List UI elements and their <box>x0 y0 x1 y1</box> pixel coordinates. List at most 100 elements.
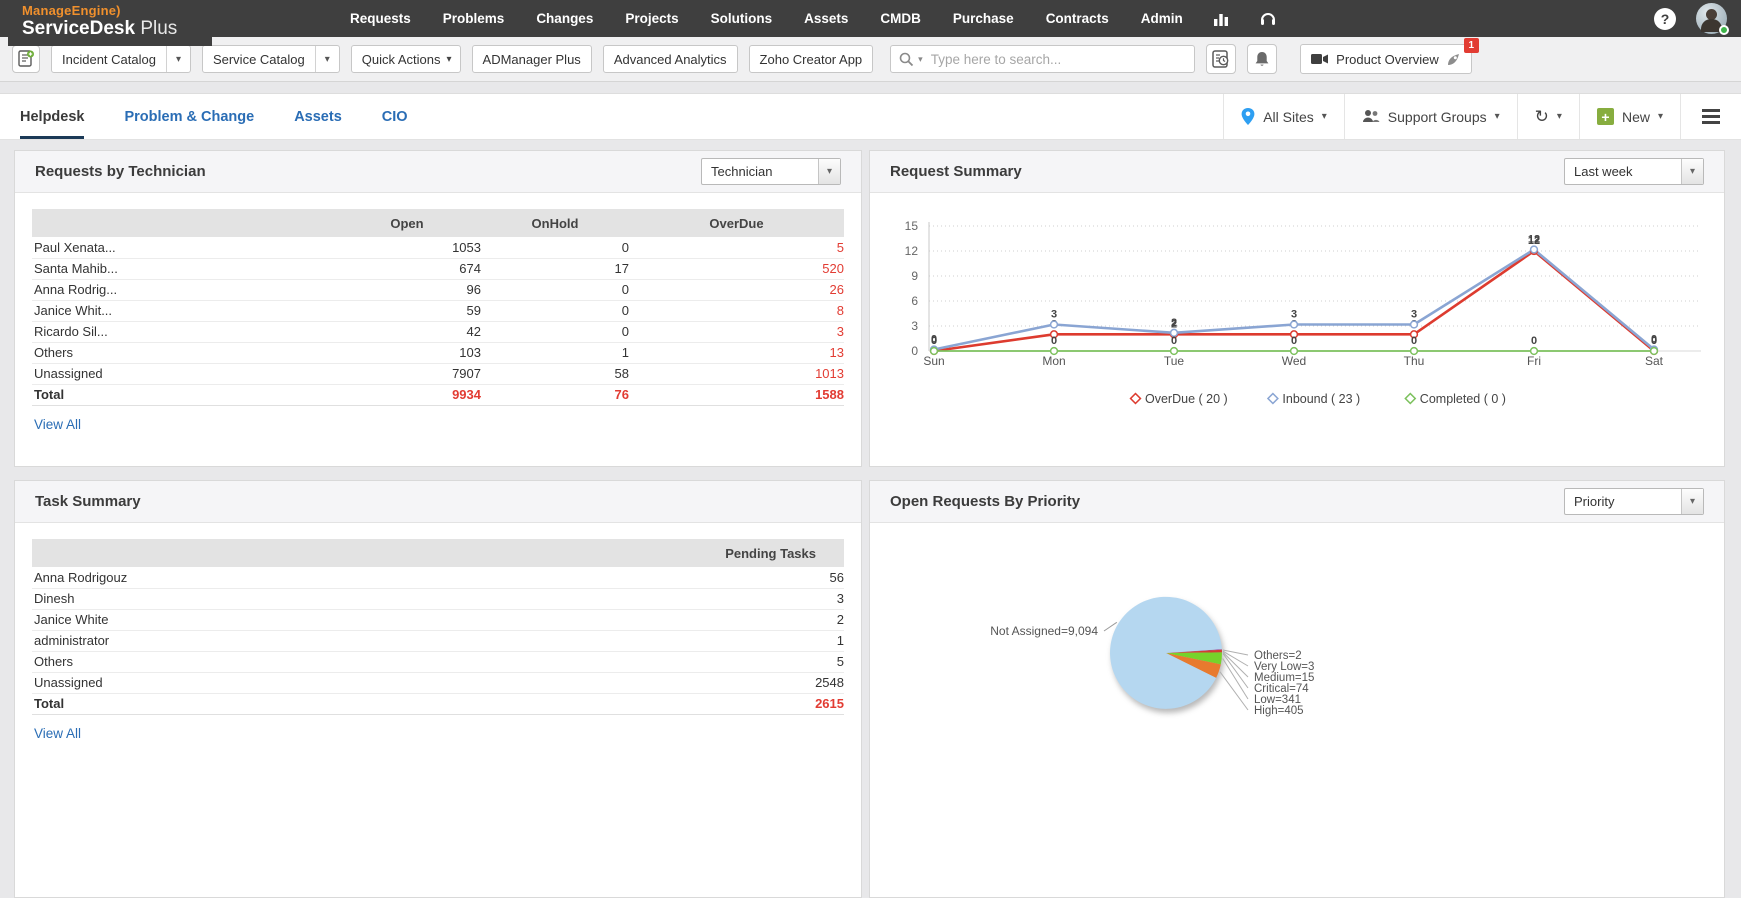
technician-filter-select[interactable]: Technician ▾ <box>701 158 841 185</box>
col-pending-tasks: Pending Tasks <box>629 539 844 567</box>
nav-assets[interactable]: Assets <box>788 0 864 37</box>
svg-text:Mon: Mon <box>1042 354 1065 368</box>
open-requests-by-priority-panel: Open Requests By Priority Priority ▾ Not… <box>869 480 1725 898</box>
service-catalog-dropdown[interactable]: Service Catalog ▾ <box>202 45 340 73</box>
panel-title: Requests by Technician <box>35 163 206 180</box>
app-logo: ManageEngine) ServiceDesk Plus <box>8 0 212 46</box>
nav-requests[interactable]: Requests <box>334 0 427 37</box>
table-row: Anna Rodrig...96026 <box>32 279 844 300</box>
table-row: Others103113 <box>32 342 844 363</box>
svg-text:3: 3 <box>1291 309 1297 321</box>
tab-cio[interactable]: CIO <box>382 94 408 139</box>
chevron-down-icon[interactable]: ▾ <box>315 46 339 72</box>
product-overview-button[interactable]: Product Overview 1 <box>1300 44 1472 74</box>
col-overdue: OverDue <box>629 209 844 237</box>
location-pin-icon <box>1241 108 1255 126</box>
svg-text:0: 0 <box>911 344 918 358</box>
request-summary-panel: Request Summary Last week ▾ 036912150222… <box>869 150 1725 467</box>
table-row: Janice Whit...5908 <box>32 300 844 321</box>
panel-title: Open Requests By Priority <box>890 493 1080 510</box>
priority-filter-select[interactable]: Priority ▾ <box>1564 488 1704 515</box>
svg-text:6: 6 <box>911 294 918 308</box>
chevron-down-icon: ▾ <box>1658 111 1663 122</box>
all-sites-dropdown[interactable]: All Sites ▾ <box>1223 94 1344 139</box>
svg-text:0: 0 <box>1651 335 1657 347</box>
main-nav: Requests Problems Changes Projects Solut… <box>334 0 1291 37</box>
search-scope-caret-icon[interactable]: ▾ <box>918 54 923 65</box>
chevron-down-icon: ▾ <box>1322 111 1327 122</box>
tab-helpdesk[interactable]: Helpdesk <box>20 94 84 139</box>
svg-text:0: 0 <box>1171 335 1177 347</box>
nav-solutions[interactable]: Solutions <box>695 0 789 37</box>
search-icon <box>899 52 914 67</box>
nav-changes[interactable]: Changes <box>520 0 609 37</box>
table-row: Paul Xenata...105305 <box>32 237 844 258</box>
chevron-down-icon[interactable]: ▾ <box>166 46 190 72</box>
priority-pie-chart: Not Assigned=9,094Others=2Very Low=3Medi… <box>870 523 1724 898</box>
svg-text:Wed: Wed <box>1282 354 1306 368</box>
user-avatar[interactable] <box>1696 3 1727 34</box>
help-icon[interactable]: ? <box>1654 8 1676 30</box>
period-filter-select[interactable]: Last week ▾ <box>1564 158 1704 185</box>
chevron-down-icon: ▾ <box>1495 111 1500 122</box>
nav-problems[interactable]: Problems <box>427 0 521 37</box>
search-placeholder: Type here to search... <box>931 52 1062 67</box>
notification-badge: 1 <box>1464 38 1479 53</box>
svg-text:0: 0 <box>1291 335 1297 347</box>
chevron-down-icon: ▾ <box>1681 159 1703 184</box>
refresh-icon: ↻ <box>1535 107 1549 127</box>
request-summary-line-chart: 0369121502222120032331200000000SunMonTue… <box>870 193 1725 433</box>
svg-text:0: 0 <box>1051 335 1057 347</box>
requests-by-technician-panel: Requests by Technician Technician ▾ Open… <box>14 150 862 467</box>
nav-contracts[interactable]: Contracts <box>1030 0 1125 37</box>
chevron-down-icon: ▾ <box>1557 111 1562 122</box>
view-all-link[interactable]: View All <box>34 417 81 432</box>
global-search-input[interactable]: ▾ Type here to search... <box>890 45 1195 73</box>
table-row: Ricardo Sil...4203 <box>32 321 844 342</box>
nav-purchase[interactable]: Purchase <box>937 0 1030 37</box>
table-row: Dinesh3 <box>32 588 844 609</box>
nav-admin[interactable]: Admin <box>1125 0 1199 37</box>
table-total-row: Total9934761588 <box>32 384 844 405</box>
svg-text:OverDue ( 20 ): OverDue ( 20 ) <box>1145 392 1228 406</box>
headset-icon[interactable] <box>1245 0 1291 37</box>
chevron-down-icon: ▾ <box>447 54 452 65</box>
refresh-dropdown[interactable]: ↻ ▾ <box>1517 94 1579 139</box>
table-total-row: Total2615 <box>32 693 844 714</box>
advanced-analytics-button[interactable]: Advanced Analytics <box>603 45 738 73</box>
top-navigation-bar: Requests Problems Changes Projects Solut… <box>0 0 1741 37</box>
svg-text:3: 3 <box>1411 309 1417 321</box>
hamburger-menu-icon[interactable] <box>1680 94 1741 139</box>
support-groups-dropdown[interactable]: Support Groups ▾ <box>1344 94 1517 139</box>
new-dropdown[interactable]: + New ▾ <box>1579 94 1680 139</box>
task-summary-panel: Task Summary Pending Tasks Anna Rodrigou… <box>14 480 862 898</box>
tab-problem-change[interactable]: Problem & Change <box>124 94 254 139</box>
view-all-link[interactable]: View All <box>34 726 81 741</box>
reports-chart-icon[interactable] <box>1199 0 1245 37</box>
requests-by-technician-table: Open OnHold OverDue Paul Xenata...105305… <box>32 209 844 406</box>
new-incident-doc-icon[interactable] <box>12 45 40 73</box>
nav-projects[interactable]: Projects <box>609 0 694 37</box>
table-row: Others5 <box>32 651 844 672</box>
table-row: Unassigned2548 <box>32 672 844 693</box>
dashboard-tab-bar: Helpdesk Problem & Change Assets CIO All… <box>0 93 1741 140</box>
notifications-bell-icon[interactable] <box>1247 44 1277 74</box>
tab-assets[interactable]: Assets <box>294 94 342 139</box>
recent-items-icon[interactable] <box>1206 44 1236 74</box>
quick-toolbar: Incident Catalog ▾ Service Catalog ▾ Qui… <box>0 37 1741 82</box>
nav-cmdb[interactable]: CMDB <box>864 0 937 37</box>
chevron-down-icon: ▾ <box>1681 489 1703 514</box>
admanager-plus-button[interactable]: ADManager Plus <box>472 45 592 73</box>
col-onhold: OnHold <box>481 209 629 237</box>
incident-catalog-dropdown[interactable]: Incident Catalog ▾ <box>51 45 191 73</box>
servicedesk-plus-logo-text: ServiceDesk Plus <box>22 18 212 39</box>
people-icon <box>1362 109 1380 124</box>
svg-text:Sat: Sat <box>1645 354 1664 368</box>
svg-text:High=405: High=405 <box>1254 705 1304 717</box>
zoho-creator-app-button[interactable]: Zoho Creator App <box>749 45 874 73</box>
table-row: Unassigned7907581013 <box>32 363 844 384</box>
svg-text:3: 3 <box>911 319 918 333</box>
col-technician <box>32 209 333 237</box>
svg-text:Tue: Tue <box>1164 354 1185 368</box>
quick-actions-dropdown[interactable]: Quick Actions ▾ <box>351 45 461 73</box>
